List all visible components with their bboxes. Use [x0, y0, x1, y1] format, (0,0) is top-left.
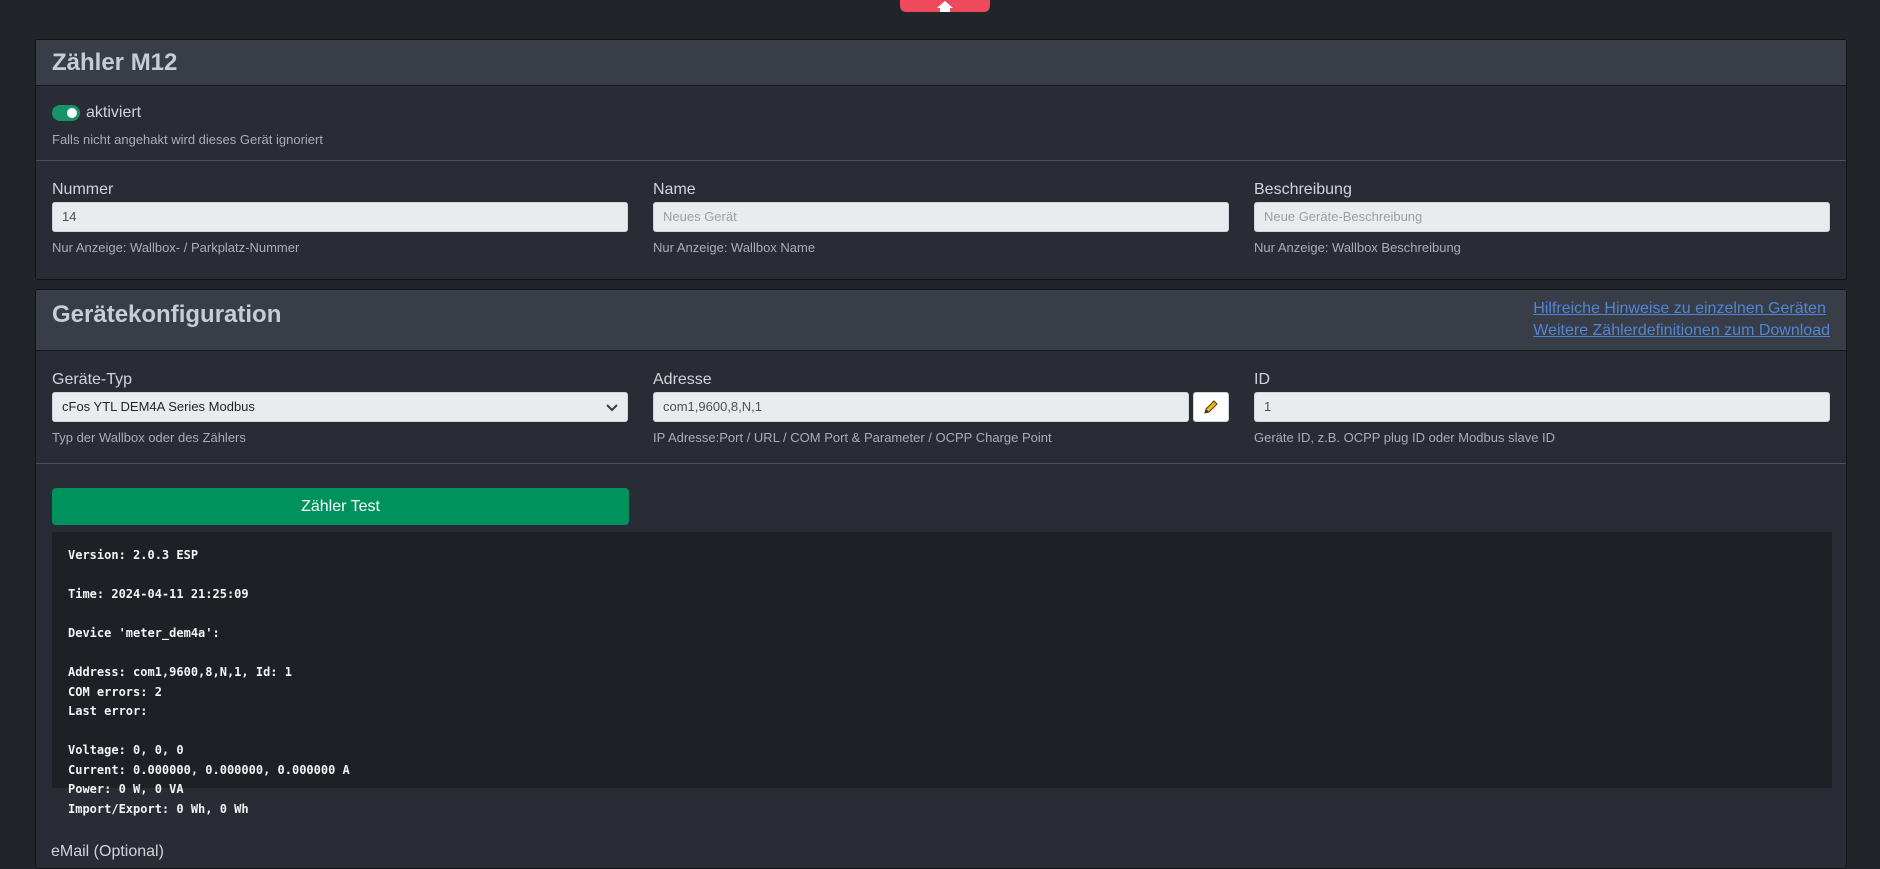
console-line: Version: 2.0.3 ESP [68, 548, 199, 562]
number-label: Nummer [52, 181, 114, 198]
address-input[interactable]: com1,9600,8,N,1 [653, 392, 1189, 422]
enabled-toggle[interactable] [52, 105, 80, 121]
meter-definitions-link[interactable]: Weitere Zählerdefinitionen zum Download [1533, 320, 1830, 342]
id-help: Geräte ID, z.B. OCPP plug ID oder Modbus… [1254, 430, 1556, 445]
console-line: Import/Export: 0 Wh, 0 Wh [68, 801, 249, 816]
device-config-header: Gerätekonfiguration Hilfreiche Hinweise … [36, 290, 1846, 351]
device-type-value: cFos YTL DEM4A Series Modbus [52, 392, 628, 422]
help-links: Hilfreiche Hinweise zu einzelnen Geräten… [1533, 298, 1830, 342]
device-title: Zähler M12 [52, 48, 178, 76]
enabled-toggle-help: Falls nicht angehakt wird dieses Gerät i… [52, 132, 323, 147]
console-line: COM errors: 2 [68, 684, 162, 699]
console-line: Device 'meter_dem4a': [68, 626, 220, 640]
address-group: Adresse com1,9600,8,N,1 IP Adresse:Port … [653, 368, 1229, 445]
description-help: Nur Anzeige: Wallbox Beschreibung [1254, 240, 1461, 255]
description-label: Beschreibung [1254, 181, 1352, 198]
device-type-select[interactable]: cFos YTL DEM4A Series Modbus [52, 392, 628, 422]
enabled-toggle-label: aktiviert [86, 104, 142, 121]
console-line: Power: 0 W, 0 VA [68, 782, 184, 796]
console-line: Time: 2024-04-11 21:25:09 [68, 587, 249, 601]
address-label: Adresse [653, 371, 712, 388]
address-help: IP Adresse:Port / URL / COM Port & Param… [653, 430, 1052, 445]
top-nav-tab[interactable] [900, 0, 990, 12]
number-field-group: Nummer 14 Nur Anzeige: Wallbox- / Parkpl… [52, 178, 628, 255]
device-hints-link[interactable]: Hilfreiche Hinweise zu einzelnen Geräten [1533, 298, 1830, 320]
description-field-group: Beschreibung Neue Geräte-Beschreibung Nu… [1254, 178, 1830, 255]
console-line: Current: 0.000000, 0.000000, 0.000000 A [68, 762, 350, 777]
name-label: Name [653, 181, 696, 198]
device-config-title: Gerätekonfiguration [52, 301, 282, 328]
device-type-label: Geräte-Typ [52, 371, 133, 388]
chevron-down-icon [606, 404, 618, 412]
test-output-console: Version: 2.0.3 ESP Time: 2024-04-11 21:2… [52, 532, 1832, 816]
device-config-row: Geräte-Typ cFos YTL DEM4A Series Modbus … [52, 368, 1830, 445]
device-card: Zähler M12 aktiviert Falls nicht angehak… [35, 39, 1847, 280]
address-input-group: com1,9600,8,N,1 [653, 392, 1229, 422]
console-line: Last error: [68, 704, 148, 718]
enabled-toggle-row: aktiviert [52, 104, 141, 122]
device-card-header: Zähler M12 [36, 40, 1846, 86]
divider [36, 160, 1846, 161]
email-label: eMail (Optional) [51, 843, 164, 860]
device-config-card: Gerätekonfiguration Hilfreiche Hinweise … [35, 289, 1847, 869]
device-info-row: Nummer 14 Nur Anzeige: Wallbox- / Parkpl… [52, 178, 1830, 255]
name-field-group: Name Neues Gerät Nur Anzeige: Wallbox Na… [653, 178, 1229, 255]
number-input[interactable]: 14 [52, 202, 628, 232]
name-input[interactable]: Neues Gerät [653, 202, 1229, 232]
id-input[interactable]: 1 [1254, 392, 1830, 422]
id-label: ID [1254, 371, 1270, 388]
console-line: Voltage: 0, 0, 0 [68, 743, 184, 757]
pencil-icon [1204, 400, 1218, 414]
home-icon [937, 1, 953, 12]
device-type-group: Geräte-Typ cFos YTL DEM4A Series Modbus … [52, 368, 628, 445]
console-line: Address: com1,9600,8,N,1, Id: 1 [68, 665, 292, 679]
meter-test-button[interactable]: Zähler Test [52, 488, 629, 525]
id-group: ID 1 Geräte ID, z.B. OCPP plug ID oder M… [1254, 368, 1830, 445]
device-type-help: Typ der Wallbox oder des Zählers [52, 430, 246, 445]
address-edit-button[interactable] [1193, 392, 1229, 422]
number-help: Nur Anzeige: Wallbox- / Parkplatz-Nummer [52, 240, 300, 255]
description-input[interactable]: Neue Geräte-Beschreibung [1254, 202, 1830, 232]
name-help: Nur Anzeige: Wallbox Name [653, 240, 816, 255]
divider [36, 463, 1846, 464]
